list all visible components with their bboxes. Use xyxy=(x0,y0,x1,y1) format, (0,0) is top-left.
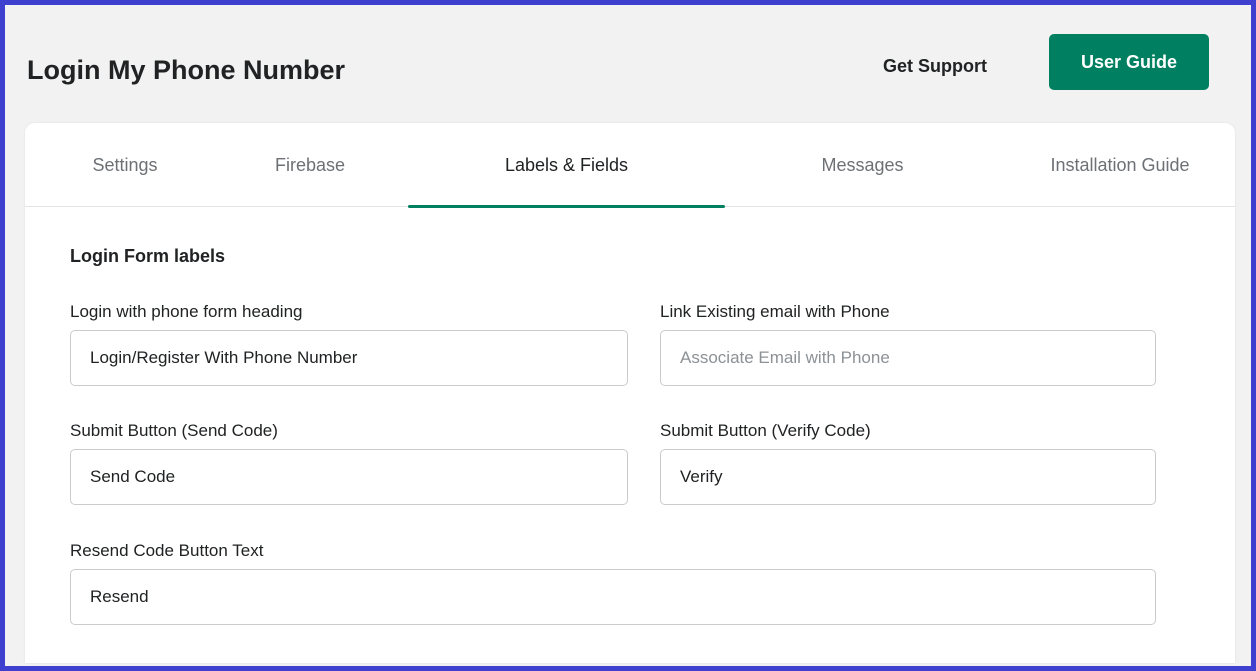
tab-bar: Settings Firebase Labels & Fields Messag… xyxy=(25,123,1235,208)
resend-code-input[interactable] xyxy=(70,569,1156,625)
send-code-input[interactable] xyxy=(70,449,628,505)
form-heading-label: Login with phone form heading xyxy=(70,302,303,321)
tab-settings[interactable]: Settings xyxy=(65,123,185,207)
settings-card: Settings Firebase Labels & Fields Messag… xyxy=(25,123,1235,663)
get-support-link[interactable]: Get Support xyxy=(883,56,987,77)
form-heading-input[interactable] xyxy=(70,330,628,386)
section-title: Login Form labels xyxy=(70,246,226,266)
page-header: Login My Phone Number Get Support User G… xyxy=(5,5,1251,125)
verify-code-input[interactable] xyxy=(660,449,1156,505)
tab-firebase[interactable]: Firebase xyxy=(250,123,370,207)
tab-labels-fields[interactable]: Labels & Fields xyxy=(408,123,725,208)
link-email-label: Link Existing email with Phone xyxy=(660,302,890,321)
app-frame: Login My Phone Number Get Support User G… xyxy=(0,0,1256,671)
tab-installation-guide[interactable]: Installation Guide xyxy=(1020,123,1220,207)
user-guide-button[interactable]: User Guide xyxy=(1049,34,1209,90)
link-email-input[interactable] xyxy=(660,330,1156,386)
resend-code-label: Resend Code Button Text xyxy=(70,541,264,560)
send-code-label: Submit Button (Send Code) xyxy=(70,421,278,440)
verify-code-label: Submit Button (Verify Code) xyxy=(660,421,871,440)
tab-messages[interactable]: Messages xyxy=(790,123,935,207)
page-title: Login My Phone Number xyxy=(27,55,346,85)
